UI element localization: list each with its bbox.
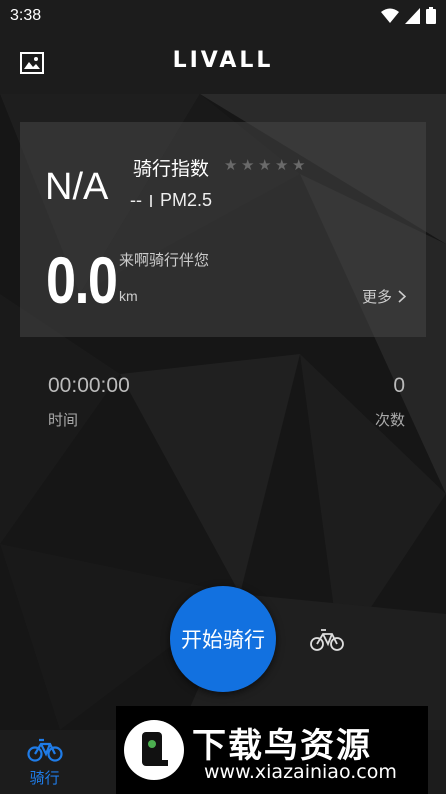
ride-count-value: 0: [393, 374, 405, 397]
ride-time-value: 00:00:00: [48, 374, 130, 397]
watermark-url: www.xiazainiao.com: [204, 761, 397, 783]
star-icon: ★: [241, 156, 255, 174]
pm-separator: [150, 194, 152, 207]
ride-count-label: 次数: [374, 412, 405, 429]
star-icon: ★: [275, 156, 289, 174]
status-bar: 3:38: [0, 0, 446, 32]
distance-value: 0.0: [46, 243, 118, 317]
app-logo: LIVALL: [172, 48, 274, 73]
bicycle-icon: [26, 738, 63, 762]
ride-slogan: 来啊骑行伴您: [119, 252, 210, 269]
star-icon: ★: [292, 156, 306, 174]
distance-unit: km: [119, 288, 138, 304]
riding-index-stars: ★ ★ ★ ★ ★: [224, 158, 307, 173]
bike-mode-icon[interactable]: [310, 626, 344, 652]
aqi-value: N/A: [45, 166, 109, 208]
ride-time-label: 时间: [48, 412, 79, 429]
watermark-logo-icon: [124, 720, 184, 780]
status-icons: [381, 7, 436, 24]
pm-label: PM2.5: [160, 190, 213, 210]
chevron-right-icon: [398, 290, 406, 303]
start-ride-button[interactable]: 开始骑行: [170, 586, 276, 692]
weather-card: N/A 骑行指数 ★ ★ ★ ★ ★ -- PM2.5 0.0 来啊骑行伴您 k…: [20, 122, 426, 337]
star-icon: ★: [258, 156, 272, 174]
battery-icon: [426, 7, 436, 24]
signal-icon: [405, 7, 420, 24]
pm-row: -- PM2.5: [130, 190, 212, 211]
nav-label-riding: 骑行: [29, 770, 60, 787]
watermark: 下载鸟资源 www.xiazainiao.com: [116, 706, 428, 794]
star-icon: ★: [224, 156, 238, 174]
wifi-icon: [381, 8, 399, 23]
more-label: 更多: [361, 289, 392, 306]
riding-index-label: 骑行指数: [133, 159, 210, 180]
nav-item-riding[interactable]: 骑行: [0, 730, 89, 794]
app-bar: LIVALL: [0, 32, 446, 94]
more-link[interactable]: 更多: [362, 286, 406, 307]
watermark-title: 下载鸟资源: [192, 726, 372, 766]
pm-value: --: [130, 190, 142, 210]
status-time: 3:38: [10, 7, 42, 24]
bird-icon: [142, 732, 168, 766]
